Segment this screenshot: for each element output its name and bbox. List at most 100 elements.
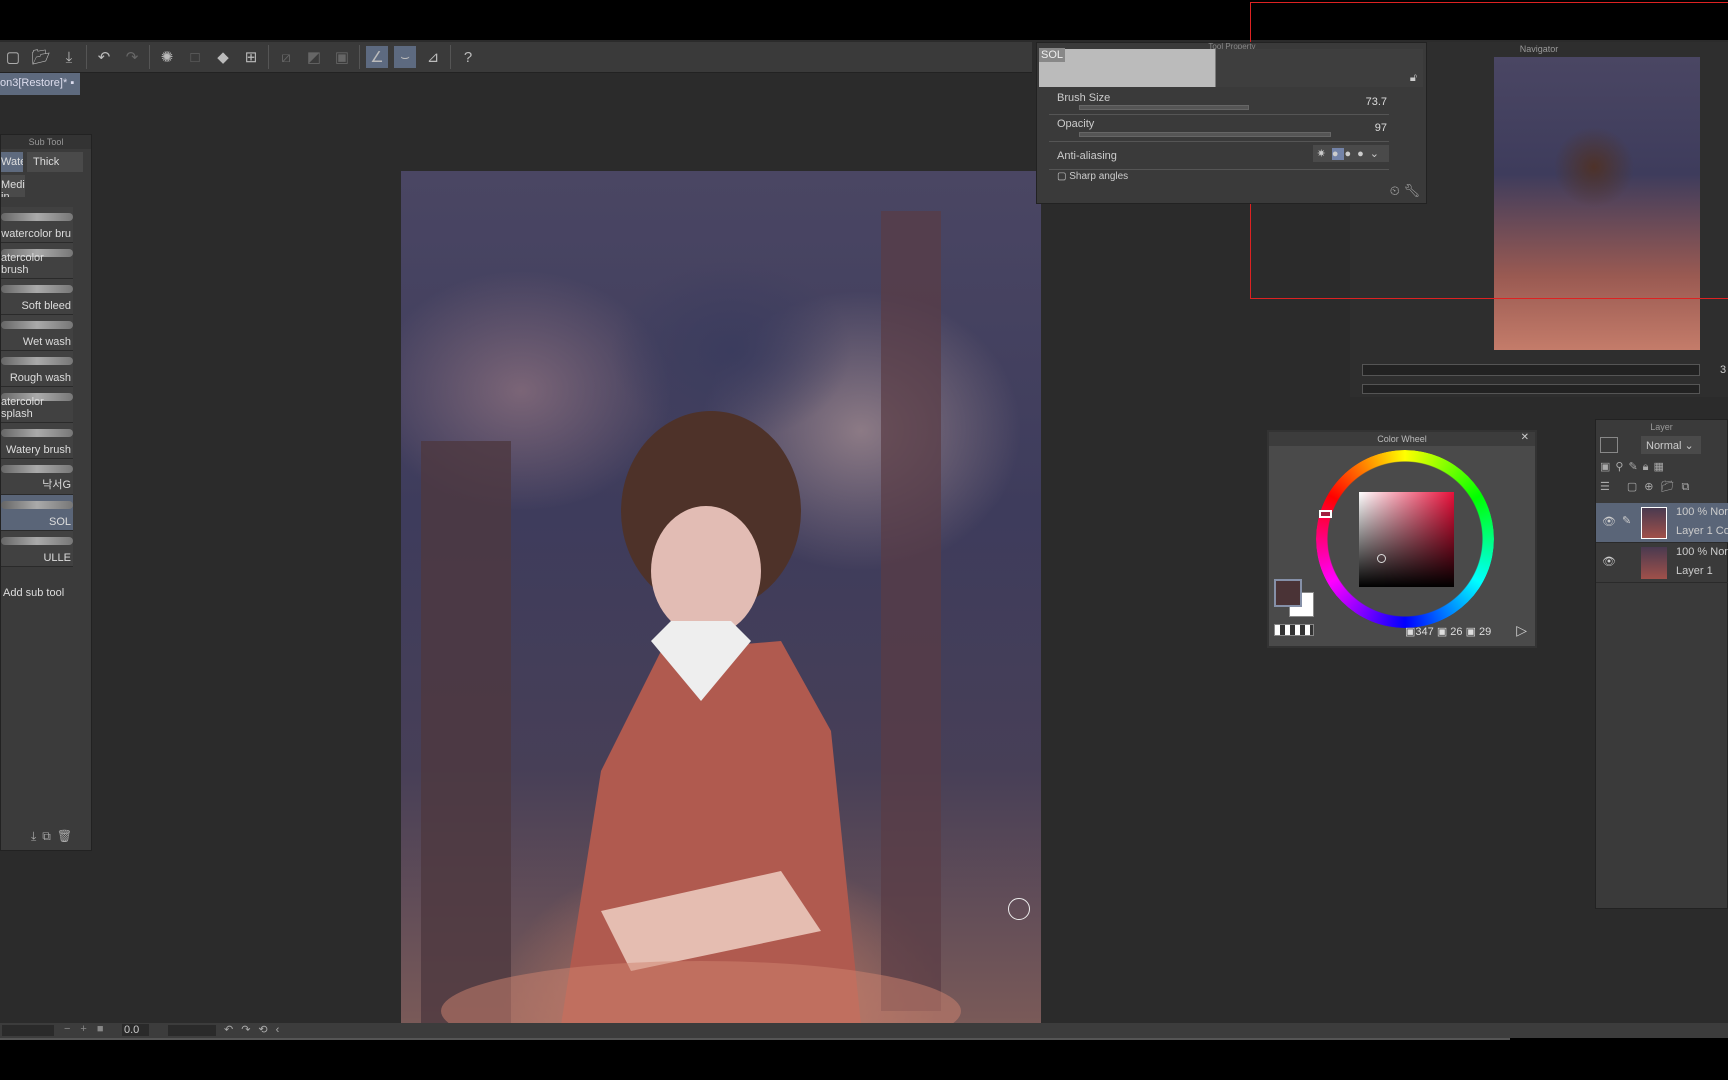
visibility-eye-icon[interactable]: 👁︎ (1602, 515, 1616, 528)
panel-title: Color Wheel (1269, 432, 1535, 446)
layer-row[interactable]: 👁︎ ✎ 100 % Normal Layer 1 Copy (1596, 503, 1728, 543)
horizontal-scrollbar[interactable] (0, 1038, 1510, 1040)
gradient-icon[interactable]: ◩ (303, 46, 325, 68)
undo-icon[interactable]: ↶ (93, 46, 115, 68)
angle-slider[interactable] (168, 1025, 216, 1036)
anti-aliasing-options[interactable]: ✷●●●⌄ (1312, 145, 1389, 162)
brush-stroke-preview (1, 357, 73, 365)
tool-settings-icons[interactable]: ⏲ 🔧︎ (1390, 183, 1420, 199)
brush-preview: SOL 🔓︎ (1039, 48, 1423, 87)
pressure-icon[interactable]: ⌣ (394, 46, 416, 68)
sub-tool-item[interactable]: Rough wash (1, 351, 73, 387)
transform-icon[interactable]: ⊞ (240, 46, 262, 68)
selection-icon[interactable]: ✺ (156, 46, 178, 68)
sub-tool-label: atercolor brush (1, 252, 44, 276)
brush-cursor (1008, 898, 1030, 920)
sub-tool-item[interactable]: Watery brush (1, 423, 73, 459)
clear-icon[interactable]: □ (184, 46, 206, 68)
sub-tool-label: Wet wash (22, 336, 71, 348)
grid-icon[interactable]: ⧄ (275, 46, 297, 68)
help-icon[interactable]: ? (457, 46, 479, 68)
sub-tool-item[interactable]: Soft bleed (1, 279, 73, 315)
main-color-swatch[interactable] (1274, 579, 1302, 607)
status-bar: −+■ 0.0 ↶↷⟲‹ (0, 1023, 1728, 1040)
brush-size-slider[interactable] (1079, 105, 1249, 110)
layer-name: Layer 1 Copy (1676, 525, 1728, 537)
sub-tool-item[interactable]: Wet wash (1, 315, 73, 351)
sub-tool-item[interactable]: atercolor brush (1, 243, 73, 279)
layer-thumbnail (1641, 507, 1667, 539)
anti-aliasing-label: Anti-aliasing (1057, 150, 1117, 162)
new-layer-icons[interactable]: ☰ ▢⊕📁︎⧉ (1600, 480, 1696, 494)
sub-tool-label: SOL (48, 516, 71, 528)
blend-mode-select[interactable]: Normal ⌄ (1641, 436, 1701, 454)
panel-title: Sub Tool (1, 135, 91, 149)
group-water[interactable]: Water (1, 152, 23, 172)
ruler-icon[interactable]: ⊿ (422, 46, 444, 68)
brush-stroke-preview (1, 465, 73, 473)
zoom-slider[interactable] (2, 1025, 54, 1036)
visibility-eye-icon[interactable]: 👁︎ (1602, 555, 1616, 568)
group-media[interactable]: Media in (1, 175, 25, 197)
hue-marker[interactable] (1319, 510, 1332, 518)
sharp-angles-checkbox[interactable]: ▢ Sharp angles (1057, 171, 1128, 181)
layer-name: Layer 1 (1676, 565, 1713, 577)
sub-tool-item[interactable]: SOL (1, 495, 73, 531)
sub-tool-item[interactable]: watercolor bru (1, 207, 73, 243)
sub-tool-label: Watery brush (5, 444, 71, 456)
toolbar: ▢ 📂︎ ⤓ ↶ ↷ ✺ □ ◆ ⊞ ⧄ ◩ ▣ ∠ ⌣ ⊿ ? (0, 42, 1032, 73)
zoom-value[interactable]: 3 (1720, 364, 1726, 376)
group-thick[interactable]: Thick (27, 152, 83, 172)
artwork-canvas[interactable] (401, 171, 1041, 1025)
layer-mode: 100 % Normal (1676, 546, 1728, 558)
new-canvas-icon[interactable]: ▢ (2, 46, 24, 68)
saturation-value-square[interactable] (1359, 492, 1454, 587)
brush-stroke-preview (1, 285, 73, 293)
layer-row[interactable]: 👁︎ 100 % Normal Layer 1 (1596, 543, 1728, 583)
sub-tool-panel: Sub Tool Water Thick Media in watercolor… (0, 134, 92, 851)
lock-icon[interactable]: 🔓︎ (1410, 72, 1417, 85)
sub-tool-item[interactable]: atercolor splash (1, 387, 73, 423)
color-picker-handle[interactable] (1377, 554, 1386, 563)
fill-icon[interactable]: ◆ (212, 46, 234, 68)
sub-tool-label: 낙서G (42, 479, 71, 491)
panel-title: Layer (1650, 422, 1673, 432)
sub-tool-item[interactable]: ULLE (1, 531, 73, 567)
close-icon[interactable]: ✕ (1521, 432, 1529, 443)
opacity-value[interactable]: 97 (1375, 122, 1387, 134)
sub-tool-label: Soft bleed (21, 300, 71, 312)
open-folder-icon[interactable]: 📂︎ (30, 46, 52, 68)
zoom-buttons[interactable]: −+■ (64, 1023, 114, 1035)
hsv-readout: ▣347 ▣ 26 ▣ 29 (1405, 626, 1492, 638)
sub-tool-label: ULLE (43, 552, 71, 564)
stabilizer-icon[interactable]: ∠ (366, 46, 388, 68)
opacity-slider[interactable] (1079, 132, 1331, 137)
frame-icon[interactable]: ▣ (331, 46, 353, 68)
brush-stroke-preview (1, 537, 73, 545)
transparent-swatch[interactable] (1274, 624, 1314, 636)
layer-thumbnail (1641, 547, 1667, 579)
brush-stroke-preview (1, 321, 73, 329)
play-icon[interactable]: ▷ (1516, 622, 1527, 639)
layer-color-icon[interactable] (1600, 437, 1618, 453)
brush-size-label: Brush Size (1057, 92, 1111, 104)
document-tab[interactable]: on3[Restore]* ▪ (0, 73, 80, 95)
subtool-actions[interactable]: ⤓⧉🗑︎ (31, 829, 78, 844)
brush-stroke-preview (1, 501, 73, 509)
sub-tool-label: atercolor splash (1, 396, 44, 420)
redo-icon[interactable]: ↷ (121, 46, 143, 68)
rotate-buttons[interactable]: ↶↷⟲‹ (224, 1023, 287, 1036)
layer-tools-icons[interactable]: ▣⚲✎🔒︎▦ (1600, 460, 1669, 474)
rotate-slider[interactable] (1362, 384, 1700, 394)
brush-size-value[interactable]: 73.7 (1366, 96, 1387, 108)
zoom-slider[interactable] (1362, 364, 1700, 376)
save-icon[interactable]: ⤓ (58, 46, 80, 68)
layer-mode: 100 % Normal (1676, 506, 1728, 518)
angle-value[interactable]: 0.0 (122, 1024, 150, 1036)
add-sub-tool-button[interactable]: Add sub tool (1, 567, 91, 619)
opacity-label: Opacity (1057, 118, 1095, 130)
sub-tool-item[interactable]: 낙서G (1, 459, 73, 495)
close-tab-icon[interactable]: ▪ (70, 77, 74, 89)
document-tab-label: on3[Restore]* (0, 77, 68, 89)
brush-stroke-preview (1, 213, 73, 221)
